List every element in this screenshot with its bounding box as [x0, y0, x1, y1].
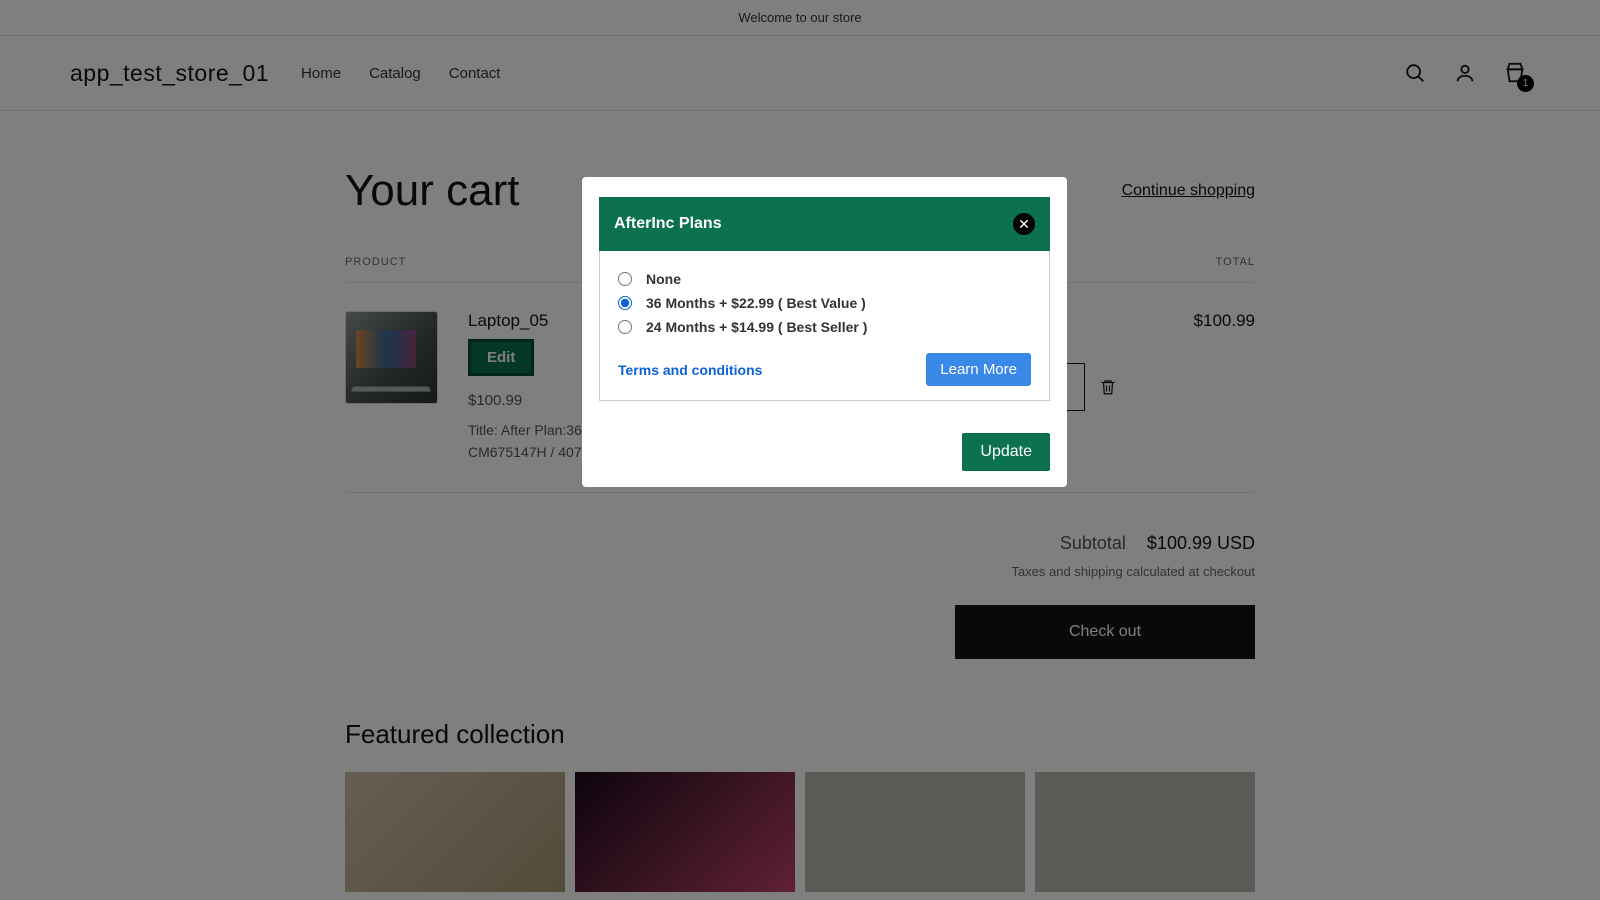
modal-title: AfterInc Plans	[614, 215, 722, 233]
plan-option-none[interactable]: None	[618, 271, 1031, 287]
plan-option-36[interactable]: 36 Months + $22.99 ( Best Value )	[618, 295, 1031, 311]
plan-radio-none[interactable]	[618, 272, 632, 286]
close-icon: ✕	[1018, 216, 1030, 233]
terms-link[interactable]: Terms and conditions	[618, 362, 762, 378]
plan-label-24[interactable]: 24 Months + $14.99 ( Best Seller )	[646, 319, 867, 335]
plans-modal: AfterInc Plans ✕ None 36 Months + $22.99…	[582, 177, 1067, 487]
plan-label-36[interactable]: 36 Months + $22.99 ( Best Value )	[646, 295, 866, 311]
modal-links: Terms and conditions Learn More	[618, 353, 1031, 386]
plan-option-24[interactable]: 24 Months + $14.99 ( Best Seller )	[618, 319, 1031, 335]
close-button[interactable]: ✕	[1013, 213, 1035, 235]
plan-radio-24[interactable]	[618, 320, 632, 334]
learn-more-button[interactable]: Learn More	[926, 353, 1031, 386]
plans-list: None 36 Months + $22.99 ( Best Value ) 2…	[599, 251, 1050, 401]
plan-label-none[interactable]: None	[646, 271, 681, 287]
modal-footer: Update	[582, 421, 1067, 487]
update-button[interactable]: Update	[962, 433, 1050, 471]
modal-header: AfterInc Plans ✕	[599, 197, 1050, 251]
plan-radio-36[interactable]	[618, 296, 632, 310]
